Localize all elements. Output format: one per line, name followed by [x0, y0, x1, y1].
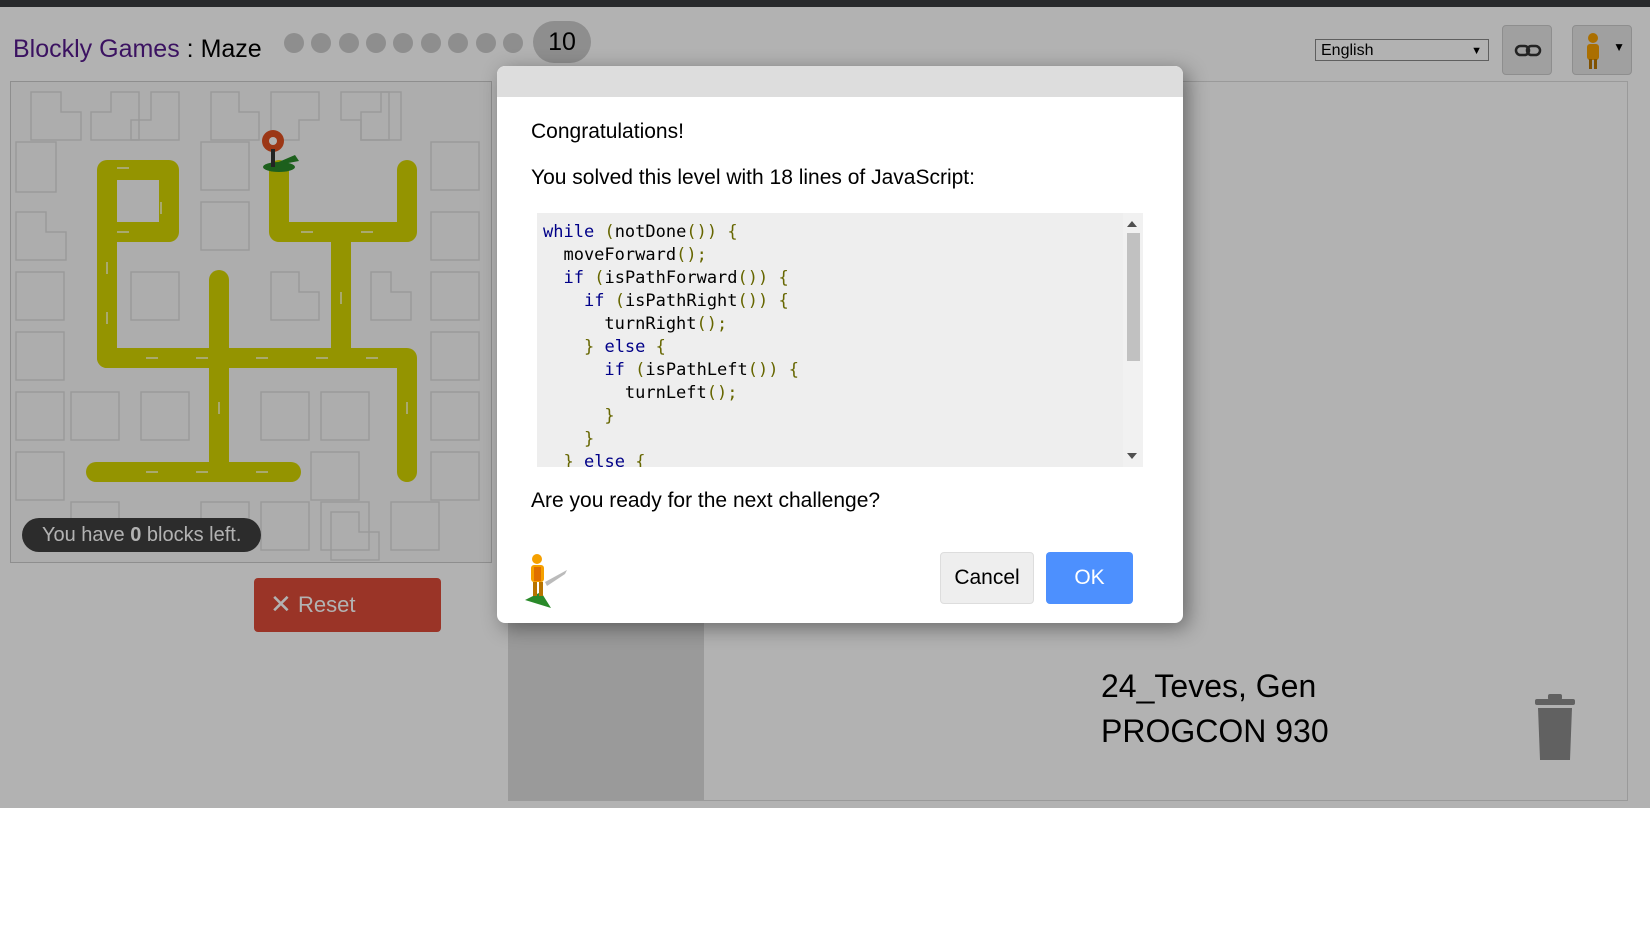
ok-button[interactable]: OK — [1046, 552, 1133, 604]
code-line: } — [604, 406, 615, 426]
congrats-dialog: Congratulations! You solved this level w… — [497, 66, 1183, 623]
code-line: if (isPathLeft()) { — [604, 360, 800, 380]
cancel-button[interactable]: Cancel — [940, 552, 1034, 604]
code-viewer[interactable]: while (notDone()) { moveForward(); if (i… — [537, 213, 1143, 467]
app: Blockly Games : Maze English ▼ ▼ 1 2 3 — [0, 0, 1650, 808]
code-line: while (notDone()) { — [543, 222, 738, 242]
scroll-down-icon[interactable] — [1127, 453, 1137, 459]
code-scrollbar[interactable] — [1123, 213, 1143, 467]
code-line: } — [583, 429, 595, 449]
scroll-thumb[interactable] — [1127, 233, 1140, 361]
code-block: while (notDone()) { moveForward(); if (i… — [543, 221, 799, 467]
code-line: if (isPathRight()) { — [583, 291, 789, 311]
congrats-heading: Congratulations! — [531, 120, 684, 143]
code-line: moveForward(); — [543, 245, 707, 265]
scroll-up-icon[interactable] — [1127, 221, 1137, 227]
code-line: } else { — [563, 452, 646, 467]
code-line: if (isPathForward()) { — [563, 268, 789, 288]
lines-message: You solved this level with 18 lines of J… — [531, 166, 975, 189]
pegman-icon — [525, 554, 567, 608]
code-line: turnRight(); — [543, 314, 728, 334]
next-challenge-prompt: Are you ready for the next challenge? — [531, 489, 881, 512]
code-line: } else { — [583, 337, 666, 357]
code-line: turnLeft(); — [543, 383, 738, 403]
dialog-titlebar[interactable] — [497, 66, 1183, 97]
